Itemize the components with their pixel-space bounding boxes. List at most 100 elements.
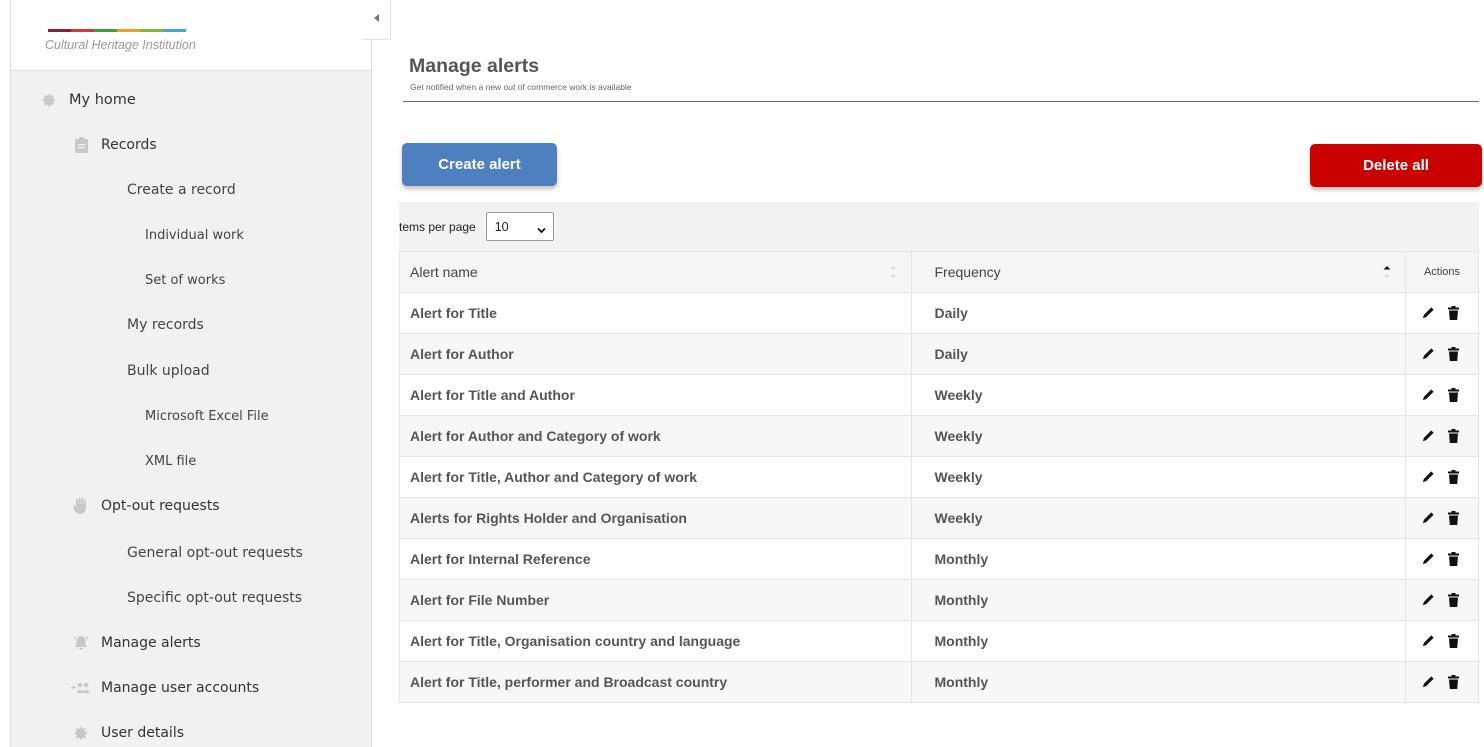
- gear-icon: [39, 90, 59, 110]
- nav-label: General opt-out requests: [127, 545, 303, 561]
- actions-cell: [1405, 497, 1479, 539]
- logo-area: Cultural Heritage Institution: [11, 0, 371, 71]
- table-header-row: Alert name Frequency Actions: [399, 251, 1479, 293]
- pencil-icon[interactable]: [1422, 347, 1436, 361]
- table-row: Alert for Title, Organisation country an…: [399, 620, 1479, 662]
- frequency-cell: Weekly: [910, 415, 1407, 457]
- clipboard-icon: [71, 135, 91, 155]
- pencil-icon[interactable]: [1422, 306, 1436, 320]
- nav-label: Create a record: [127, 182, 236, 198]
- frequency-cell: Monthly: [910, 538, 1407, 580]
- trash-icon[interactable]: [1448, 675, 1462, 689]
- table-row: Alert for File Number Monthly: [399, 579, 1479, 621]
- column-header-actions: Actions: [1405, 251, 1479, 293]
- trash-icon[interactable]: [1448, 388, 1462, 402]
- alert-name-cell: Alerts for Rights Holder and Organisatio…: [399, 497, 912, 539]
- trash-icon[interactable]: [1448, 306, 1462, 320]
- nav-label: My home: [69, 92, 136, 108]
- nav-label: Manage alerts: [101, 635, 201, 651]
- trash-icon[interactable]: [1448, 593, 1462, 607]
- sidebar-collapse-toggle[interactable]: [362, 0, 391, 40]
- bell-icon: [71, 633, 91, 653]
- table-row: Alert for Title, performer and Broadcast…: [399, 661, 1479, 703]
- nav-opt-out-requests[interactable]: Opt-out requests: [71, 491, 220, 521]
- nav-manage-alerts[interactable]: Manage alerts: [71, 628, 201, 658]
- nav-create-record[interactable]: Create a record: [127, 175, 236, 205]
- frequency-cell: Weekly: [910, 374, 1407, 416]
- gear-icon: [71, 723, 91, 743]
- table-row: Alert for Author Daily: [399, 333, 1479, 375]
- pencil-icon[interactable]: [1422, 552, 1436, 566]
- frequency-cell: Monthly: [910, 579, 1407, 621]
- column-header-label: Frequency: [934, 264, 1001, 280]
- page-title: Manage alerts: [409, 55, 540, 77]
- actions-cell: [1405, 333, 1479, 375]
- alert-name-cell: Alert for Title: [399, 292, 912, 334]
- table-row: Alert for Title Daily: [399, 292, 1479, 334]
- actions-cell: [1405, 292, 1479, 334]
- frequency-cell: Daily: [910, 292, 1407, 334]
- nav-my-records[interactable]: My records: [127, 310, 204, 340]
- nav-set-of-works[interactable]: Set of works: [145, 265, 225, 295]
- nav-user-details[interactable]: User details: [71, 718, 184, 747]
- table-row: Alerts for Rights Holder and Organisatio…: [399, 497, 1479, 539]
- sidebar: Cultural Heritage Institution My home Re…: [10, 0, 372, 747]
- frequency-cell: Weekly: [910, 456, 1407, 498]
- add-users-icon: [71, 678, 91, 698]
- caret-left-icon: [373, 14, 379, 25]
- nav-label: Set of works: [145, 272, 226, 288]
- nav-specific-opt-out[interactable]: Specific opt-out requests: [127, 583, 302, 613]
- column-header-alert-name[interactable]: Alert name: [399, 251, 912, 293]
- nav-label: My records: [127, 317, 204, 333]
- trash-icon[interactable]: [1448, 347, 1462, 361]
- trash-icon[interactable]: [1448, 634, 1462, 648]
- pencil-icon[interactable]: [1422, 511, 1436, 525]
- trash-icon[interactable]: [1448, 470, 1462, 484]
- alert-name-cell: Alert for Author: [399, 333, 912, 375]
- frequency-cell: Monthly: [910, 661, 1407, 703]
- nav-manage-user-accounts[interactable]: Manage user accounts: [71, 673, 259, 703]
- items-per-page-value: 10: [494, 219, 509, 234]
- pencil-icon[interactable]: [1422, 388, 1436, 402]
- nav-label: XML file: [145, 453, 197, 469]
- items-per-page-label: tems per page: [399, 219, 476, 234]
- actions-cell: [1405, 579, 1479, 621]
- alert-name-cell: Alert for Title and Author: [399, 374, 912, 416]
- create-alert-button[interactable]: Create alert: [402, 143, 557, 186]
- pencil-icon[interactable]: [1422, 429, 1436, 443]
- column-header-label: Alert name: [410, 264, 478, 280]
- delete-all-button[interactable]: Delete all: [1310, 144, 1482, 187]
- actions-cell: [1405, 661, 1479, 703]
- column-header-frequency[interactable]: Frequency: [910, 251, 1407, 293]
- nav-bulk-upload[interactable]: Bulk upload: [127, 356, 210, 386]
- trash-icon[interactable]: [1448, 511, 1462, 525]
- pencil-icon[interactable]: [1422, 675, 1436, 689]
- alert-name-cell: Alert for Author and Category of work: [399, 415, 912, 457]
- nav-label: Manage user accounts: [101, 680, 260, 696]
- alert-name-cell: Alert for Title, Organisation country an…: [399, 620, 912, 662]
- nav-records[interactable]: Records: [71, 130, 157, 160]
- nav-label: Specific opt-out requests: [127, 590, 303, 606]
- brand-color-stripe: [48, 29, 186, 32]
- table-row: Alert for Internal Reference Monthly: [399, 538, 1479, 580]
- nav-individual-work[interactable]: Individual work: [145, 220, 244, 250]
- trash-icon[interactable]: [1448, 552, 1462, 566]
- pencil-icon[interactable]: [1422, 634, 1436, 648]
- title-divider: [403, 101, 1479, 102]
- table-row: Alert for Title, Author and Category of …: [399, 456, 1479, 498]
- sort-ascending-icon: [1383, 266, 1391, 278]
- pencil-icon[interactable]: [1422, 470, 1436, 484]
- alert-name-cell: Alert for Title, Author and Category of …: [399, 456, 912, 498]
- nav-my-home[interactable]: My home: [39, 85, 136, 115]
- nav-label: User details: [101, 725, 185, 741]
- pencil-icon[interactable]: [1422, 593, 1436, 607]
- alert-name-cell: Alert for File Number: [399, 579, 912, 621]
- nav-excel-file[interactable]: Microsoft Excel File: [145, 401, 269, 431]
- items-per-page-select[interactable]: 10: [485, 212, 554, 241]
- nav-xml-file[interactable]: XML file: [145, 446, 196, 476]
- frequency-cell: Weekly: [910, 497, 1407, 539]
- nav-label: Bulk upload: [127, 363, 210, 379]
- nav-general-opt-out[interactable]: General opt-out requests: [127, 538, 303, 568]
- actions-cell: [1405, 374, 1479, 416]
- trash-icon[interactable]: [1448, 429, 1462, 443]
